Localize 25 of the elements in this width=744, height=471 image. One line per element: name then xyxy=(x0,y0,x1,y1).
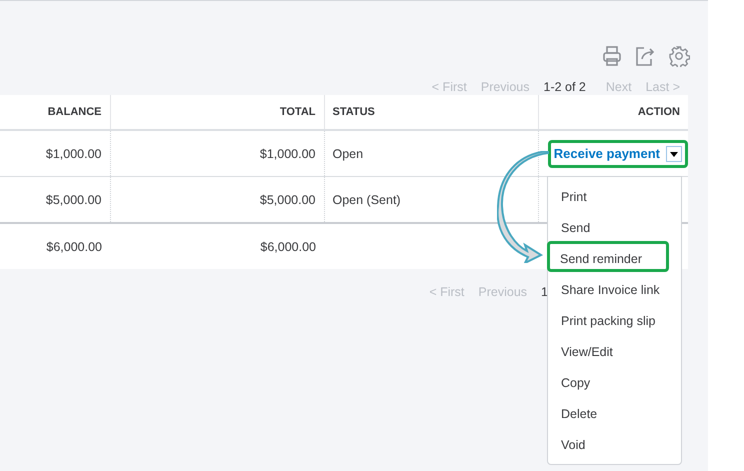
page-range: 1-2 of 2 xyxy=(544,80,586,94)
page-range: 1 xyxy=(541,285,548,299)
column-header: STATUS xyxy=(324,95,538,130)
menu-item[interactable]: Send reminder xyxy=(547,241,669,272)
table-cell: $1,000.00 xyxy=(110,130,324,176)
menu-item[interactable]: Delete xyxy=(547,396,612,427)
table-cell: $1,000.00 xyxy=(0,130,110,176)
export-icon[interactable] xyxy=(634,45,656,67)
total-cell: $6,000.00 xyxy=(110,223,324,269)
total-cell: $6,000.00 xyxy=(0,223,110,269)
table-cell: $5,000.00 xyxy=(0,176,110,223)
menu-item[interactable]: Print xyxy=(547,179,601,210)
menu-item[interactable]: Print packing slip xyxy=(547,303,670,334)
print-icon[interactable] xyxy=(602,45,622,67)
settings-icon[interactable] xyxy=(668,45,690,67)
menu-item[interactable]: View/Edit xyxy=(547,334,627,365)
menu-item[interactable]: Void xyxy=(547,427,600,458)
column-header: BALANCE xyxy=(0,95,110,130)
menu-item[interactable]: Copy xyxy=(547,365,604,396)
receive-payment-button[interactable]: Receive payment xyxy=(548,140,688,168)
table-cell: $5,000.00 xyxy=(110,176,324,223)
column-header: TOTAL xyxy=(110,95,324,130)
column-header: ACTION xyxy=(538,95,688,130)
menu-item[interactable]: Share Invoice link xyxy=(547,272,674,303)
menu-item[interactable]: Send xyxy=(547,210,604,241)
